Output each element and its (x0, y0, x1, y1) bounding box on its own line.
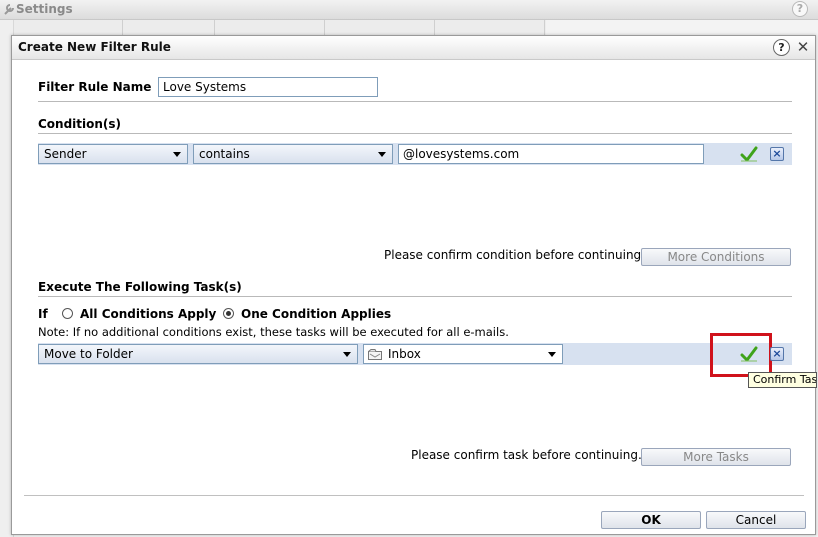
tasks-heading: Execute The Following Task(s) (38, 280, 242, 294)
divider (38, 101, 792, 102)
chevron-down-icon (173, 152, 181, 157)
all-conditions-label[interactable]: All Conditions Apply (80, 307, 216, 321)
divider (38, 133, 792, 134)
confirm-check-icon[interactable] (740, 146, 758, 162)
footer-divider (24, 495, 804, 496)
dialog-title: Create New Filter Rule (18, 40, 171, 54)
confirm-task-tooltip: Confirm Task (748, 372, 817, 388)
create-filter-rule-dialog: Create New Filter Rule ? ✕ Filter Rule N… (11, 35, 817, 535)
chevron-down-icon (343, 352, 351, 357)
folder-icon (368, 349, 382, 360)
condition-confirm-message: Please confirm condition before continui… (384, 248, 645, 262)
task-action-value: Move to Folder (44, 347, 133, 361)
condition-value-input[interactable] (398, 144, 704, 164)
task-confirm-message: Please confirm task before continuing. (411, 448, 642, 462)
condition-field-select[interactable]: Sender (38, 144, 188, 164)
dialog-titlebar: Create New Filter Rule ? ✕ (12, 36, 815, 60)
help-icon[interactable]: ? (773, 39, 790, 56)
divider (38, 296, 792, 297)
more-conditions-button[interactable]: More Conditions (641, 248, 791, 266)
remove-task-icon[interactable]: × (770, 347, 784, 361)
conditions-heading: Condition(s) (38, 117, 122, 131)
chevron-down-icon (548, 352, 556, 357)
tasks-note: Note: If no additional conditions exist,… (38, 325, 509, 339)
settings-help-icon[interactable]: ? (792, 1, 808, 17)
condition-field-value: Sender (44, 147, 87, 161)
condition-operator-select[interactable]: contains (193, 144, 393, 164)
all-conditions-radio[interactable] (62, 308, 73, 319)
task-action-select[interactable]: Move to Folder (38, 344, 358, 364)
highlight-box (710, 333, 772, 377)
ok-button[interactable]: OK (601, 511, 701, 529)
task-folder-value: Inbox (388, 347, 421, 361)
cancel-button[interactable]: Cancel (706, 511, 806, 529)
task-folder-select[interactable]: Inbox (363, 344, 563, 364)
filter-rule-name-label: Filter Rule Name (38, 80, 152, 94)
settings-title: Settings (16, 2, 73, 16)
close-icon[interactable]: ✕ (795, 38, 811, 56)
wrench-icon (4, 4, 14, 15)
condition-operator-value: contains (199, 147, 250, 161)
one-condition-label[interactable]: One Condition Applies (241, 307, 391, 321)
if-label: If (38, 307, 48, 321)
chevron-down-icon (378, 152, 386, 157)
settings-window-header (0, 0, 818, 20)
filter-rule-name-input[interactable] (158, 77, 378, 97)
one-condition-radio[interactable] (223, 308, 234, 319)
remove-condition-icon[interactable]: × (770, 147, 784, 161)
more-tasks-button[interactable]: More Tasks (641, 448, 791, 466)
